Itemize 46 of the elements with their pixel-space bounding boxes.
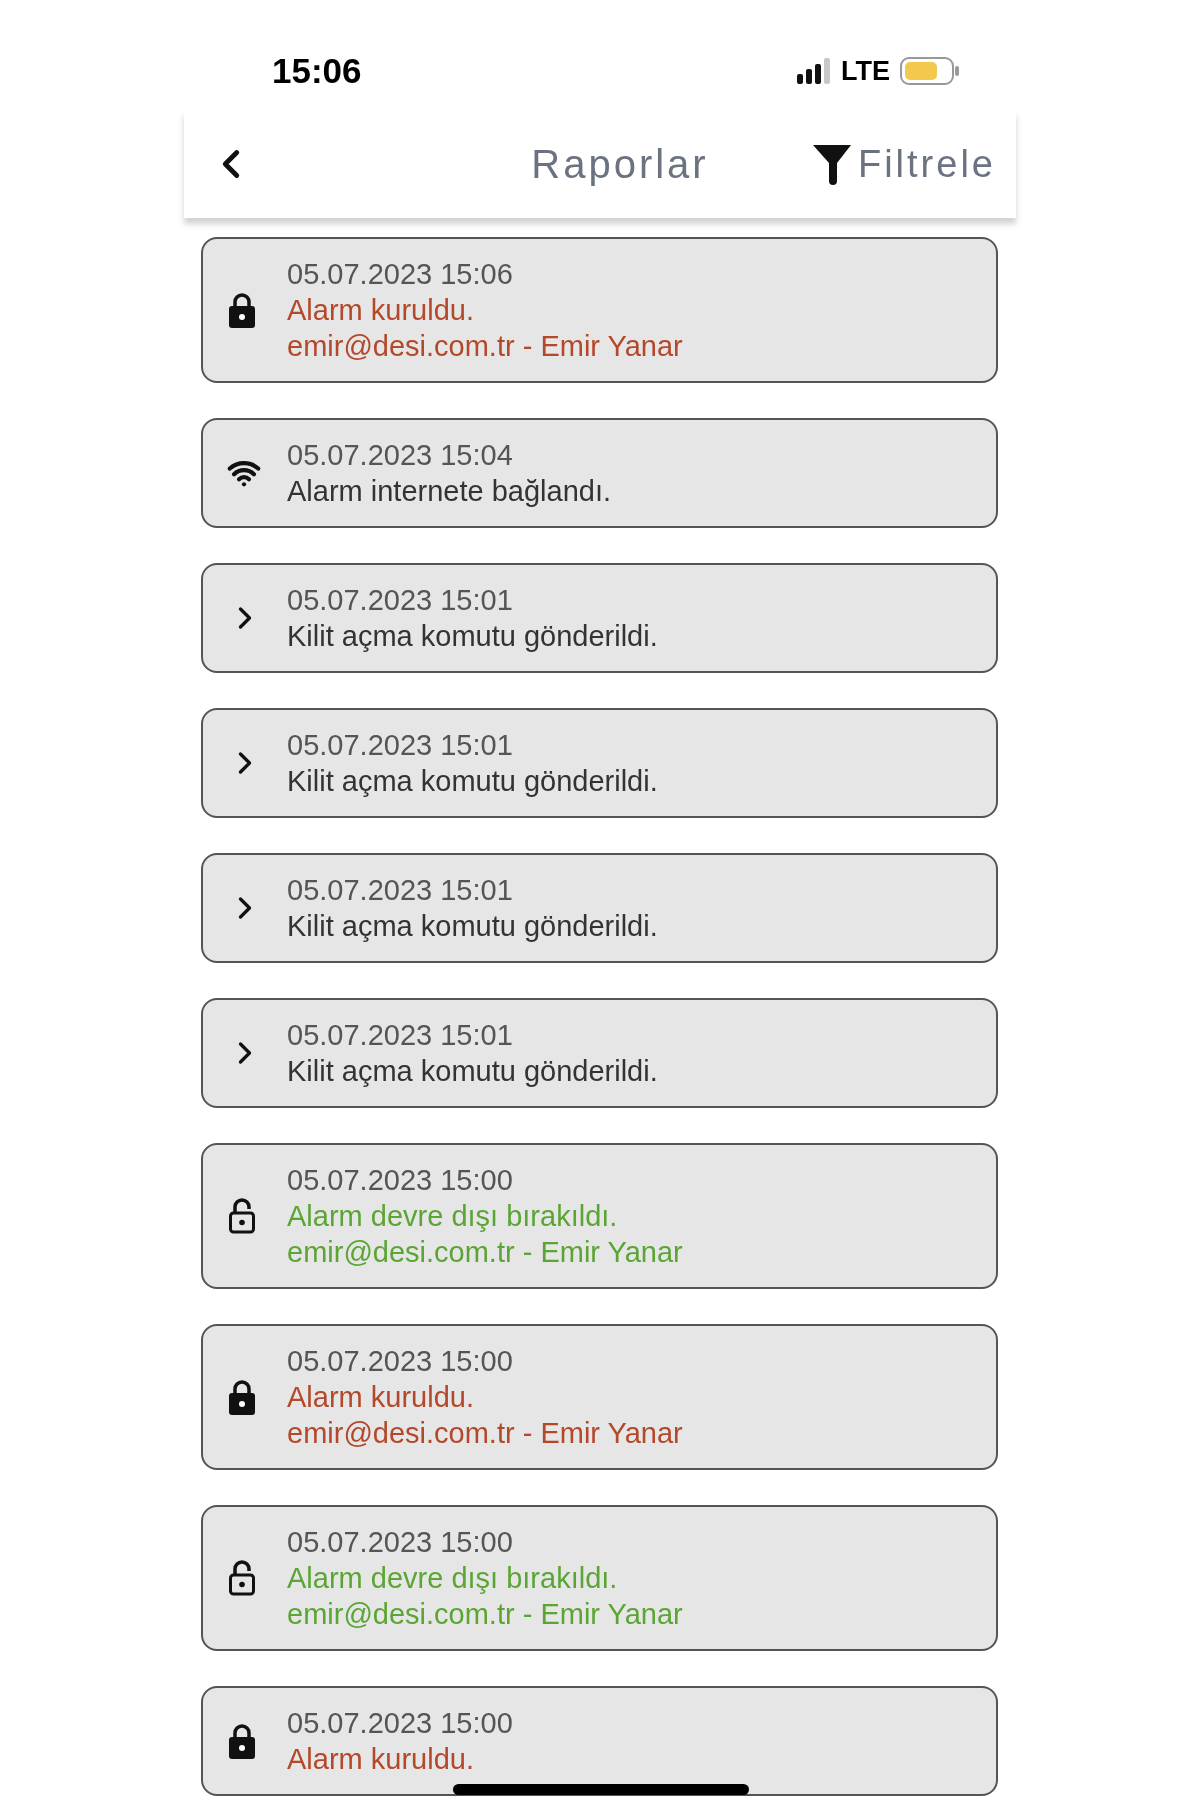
report-user: emir@desi.com.tr - Emir Yanar (287, 1597, 683, 1632)
report-message: Kilit açma komutu gönderildi. (287, 1054, 658, 1089)
padlock-icon (227, 291, 257, 329)
report-datetime: 05.07.2023 15:01 (287, 1018, 513, 1053)
report-message: Alarm devre dışı bırakıldı. (287, 1199, 618, 1234)
report-card[interactable]: 05.07.2023 15:01 Kilit açma komutu gönderildi. (201, 853, 998, 963)
report-card[interactable]: 05.07.2023 15:00 Alarm devre dışı bırakıldı. emir@desi.com.tr - Emir Yanar (201, 1143, 998, 1289)
report-message: Alarm internete bağlandı. (287, 474, 612, 509)
report-message: Alarm kuruldu. (287, 1742, 474, 1777)
report-datetime: 05.07.2023 15:04 (287, 438, 513, 473)
report-card[interactable]: 05.07.2023 15:01 Kilit açma komutu gönderildi. (201, 998, 998, 1108)
report-datetime: 05.07.2023 15:00 (287, 1706, 513, 1741)
open-padlock-icon (227, 1197, 257, 1235)
page-title: Raporlar (531, 141, 709, 188)
report-message: Alarm kuruldu. (287, 1380, 474, 1415)
filter-icon[interactable] (811, 143, 852, 185)
padlock-icon (227, 1378, 257, 1416)
status-time: 15:06 (272, 49, 362, 92)
report-message: Kilit açma komutu gönderildi. (287, 764, 658, 799)
report-card[interactable]: 05.07.2023 15:00 Alarm kuruldu. emir@desi.com.tr - Emir Yanar (201, 1324, 998, 1470)
report-datetime: 05.07.2023 15:06 (287, 257, 513, 292)
report-card[interactable]: 05.07.2023 15:01 Kilit açma komutu gönderildi. (201, 708, 998, 818)
battery-icon (900, 57, 960, 85)
report-datetime: 05.07.2023 15:00 (287, 1525, 513, 1560)
report-user: emir@desi.com.tr - Emir Yanar (287, 329, 683, 364)
report-card[interactable]: 05.07.2023 15:06 Alarm kuruldu. emir@desi.com.tr - Emir Yanar (201, 237, 998, 383)
report-user: emir@desi.com.tr - Emir Yanar (287, 1235, 683, 1270)
report-datetime: 05.07.2023 15:00 (287, 1344, 513, 1379)
report-message: Alarm kuruldu. (287, 293, 474, 328)
report-user: emir@desi.com.tr - Emir Yanar (287, 1416, 683, 1451)
report-datetime: 05.07.2023 15:01 (287, 873, 513, 908)
padlock-icon (227, 1722, 257, 1760)
report-card[interactable]: 05.07.2023 15:04 Alarm internete bağlandı. (201, 418, 998, 528)
report-message: Alarm devre dışı bırakıldı. (287, 1561, 618, 1596)
report-card[interactable]: 05.07.2023 15:00 Alarm devre dışı bırakıldı. emir@desi.com.tr - Emir Yanar (201, 1505, 998, 1651)
report-message: Kilit açma komutu gönderildi. (287, 619, 658, 654)
report-card[interactable]: 05.07.2023 15:01 Kilit açma komutu gönderildi. (201, 563, 998, 673)
open-padlock-icon (227, 1559, 257, 1597)
report-message: Kilit açma komutu gönderildi. (287, 909, 658, 944)
signal-icon (797, 58, 831, 84)
report-datetime: 05.07.2023 15:00 (287, 1163, 513, 1198)
filter-button[interactable]: Filtrele (811, 135, 996, 193)
report-datetime: 05.07.2023 15:01 (287, 728, 513, 763)
report-datetime: 05.07.2023 15:01 (287, 583, 513, 618)
report-card[interactable]: 05.07.2023 15:00 Alarm kuruldu. (201, 1686, 998, 1796)
network-label: LTE (841, 54, 890, 88)
